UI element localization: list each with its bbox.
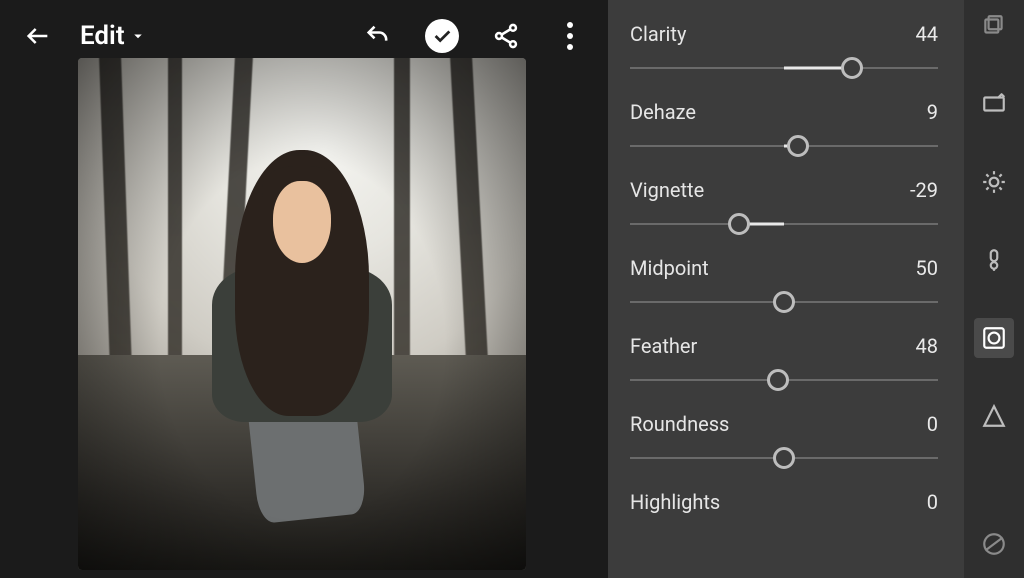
effects-icon — [981, 325, 1007, 351]
slider-label: Highlights — [630, 490, 720, 514]
app-root: Edit — [0, 0, 1024, 578]
share-icon — [492, 22, 520, 50]
tool-optics[interactable] — [974, 524, 1014, 564]
edit-label: Edit — [80, 21, 125, 51]
tool-rail — [964, 0, 1024, 578]
share-button[interactable] — [484, 14, 528, 58]
tool-color[interactable] — [974, 240, 1014, 280]
slider-track-midpoint[interactable] — [630, 288, 938, 316]
slider-label: Clarity — [630, 22, 686, 46]
slider-dehaze: Dehaze 9 — [630, 100, 938, 160]
light-icon — [981, 169, 1007, 195]
slider-value: 0 — [927, 490, 938, 514]
edit-menu[interactable]: Edit — [80, 21, 147, 51]
slider-midpoint: Midpoint 50 — [630, 256, 938, 316]
undo-icon — [364, 22, 392, 50]
auto-icon — [981, 91, 1007, 117]
topbar: Edit — [0, 0, 608, 72]
slider-label: Feather — [630, 334, 697, 358]
slider-value: -29 — [910, 178, 938, 202]
check-icon — [431, 25, 453, 47]
confirm-chip — [425, 19, 459, 53]
more-button[interactable] — [548, 14, 592, 58]
slider-track-vignette[interactable] — [630, 210, 938, 238]
chevron-down-icon — [129, 27, 147, 45]
color-icon — [981, 247, 1007, 273]
tool-light[interactable] — [974, 162, 1014, 202]
arrow-left-icon — [24, 22, 52, 50]
slider-feather: Feather 48 — [630, 334, 938, 394]
topbar-actions — [356, 14, 592, 58]
slider-label: Vignette — [630, 178, 704, 202]
optics-icon — [981, 531, 1007, 557]
slider-vignette: Vignette -29 — [630, 178, 938, 238]
slider-track-roundness[interactable] — [630, 444, 938, 472]
slider-track-clarity[interactable] — [630, 54, 938, 82]
slider-clarity: Clarity 44 — [630, 22, 938, 82]
photo-scene — [78, 58, 526, 570]
tool-auto[interactable] — [974, 84, 1014, 124]
undo-button[interactable] — [356, 14, 400, 58]
photo-preview[interactable] — [78, 58, 526, 570]
slider-track-feather[interactable] — [630, 366, 938, 394]
confirm-button[interactable] — [420, 14, 464, 58]
tool-detail[interactable] — [974, 396, 1014, 436]
detail-icon — [981, 403, 1007, 429]
canvas-pane: Edit — [0, 0, 608, 578]
stack-icon — [981, 13, 1007, 39]
slider-highlights: Highlights 0 — [630, 490, 938, 514]
slider-value: 48 — [916, 334, 938, 358]
slider-label: Dehaze — [630, 100, 696, 124]
slider-track-dehaze[interactable] — [630, 132, 938, 160]
slider-value: 9 — [927, 100, 938, 124]
back-button[interactable] — [16, 14, 60, 58]
slider-roundness: Roundness 0 — [630, 412, 938, 472]
slider-pane: Clarity 44 Dehaze 9 Vignette — [608, 0, 964, 578]
slider-value: 0 — [927, 412, 938, 436]
more-icon — [561, 16, 579, 56]
tool-stack[interactable] — [974, 6, 1014, 46]
slider-value: 50 — [916, 256, 938, 280]
slider-label: Roundness — [630, 412, 729, 436]
tool-effects[interactable] — [974, 318, 1014, 358]
slider-value: 44 — [916, 22, 938, 46]
slider-label: Midpoint — [630, 256, 709, 280]
